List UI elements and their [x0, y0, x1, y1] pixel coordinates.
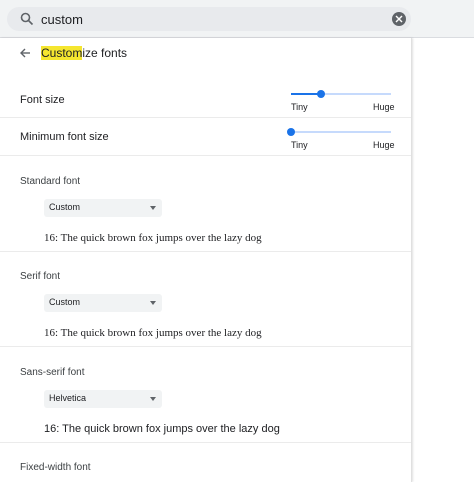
min-font-size-max-label: Huge	[373, 140, 395, 150]
search-input[interactable]	[41, 10, 371, 28]
font-size-max-label: Huge	[373, 102, 395, 112]
back-arrow-icon[interactable]	[18, 46, 32, 60]
search-box[interactable]	[7, 7, 411, 31]
standard-font-title: Standard font	[20, 176, 81, 187]
top-bar	[0, 0, 474, 38]
chevron-down-icon	[150, 397, 156, 401]
page-title: Customize fonts	[41, 46, 127, 60]
chevron-down-icon	[150, 206, 156, 210]
serif-font-title: Serif font	[20, 271, 61, 282]
title-highlight: Custom	[41, 46, 83, 60]
divider	[0, 251, 411, 252]
min-font-size-min-label: Tiny	[291, 140, 308, 150]
page-header: Customize fonts	[0, 38, 411, 68]
divider	[0, 117, 411, 118]
serif-font-selected: Custom	[49, 297, 81, 307]
font-size-label: Font size	[20, 94, 65, 106]
sans-serif-font-sample: 16: The quick brown fox jumps over the l…	[44, 423, 280, 435]
standard-font-selected: Custom	[49, 202, 81, 212]
font-size-min-label: Tiny	[291, 102, 308, 112]
font-size-slider-knob[interactable]	[317, 90, 325, 98]
min-font-size-slider[interactable]	[287, 128, 391, 136]
search-icon	[20, 12, 34, 26]
font-size-slider-rest	[321, 93, 391, 95]
standard-font-select[interactable]: Custom	[44, 199, 162, 217]
standard-font-sample: 16: The quick brown fox jumps over the l…	[44, 232, 262, 244]
serif-font-select[interactable]: Custom	[44, 294, 162, 312]
min-font-size-slider-knob[interactable]	[287, 128, 295, 136]
sans-serif-font-select[interactable]: Helvetica	[44, 390, 162, 408]
min-font-size-label: Minimum font size	[20, 131, 109, 143]
font-size-slider[interactable]	[291, 90, 391, 98]
title-rest: ize fonts	[82, 46, 128, 60]
settings-page: Customize fonts Font size Tiny Huge Mini…	[0, 38, 412, 482]
clear-icon[interactable]	[392, 12, 406, 26]
fixed-width-font-title: Fixed-width font	[20, 462, 91, 473]
sans-serif-font-selected: Helvetica	[49, 393, 87, 403]
chevron-down-icon	[150, 301, 156, 305]
divider	[0, 346, 411, 347]
serif-font-sample: 16: The quick brown fox jumps over the l…	[44, 327, 262, 339]
sans-serif-font-title: Sans-serif font	[20, 367, 85, 378]
min-font-size-slider-rest	[291, 131, 391, 133]
divider	[0, 155, 411, 156]
divider	[0, 442, 411, 443]
